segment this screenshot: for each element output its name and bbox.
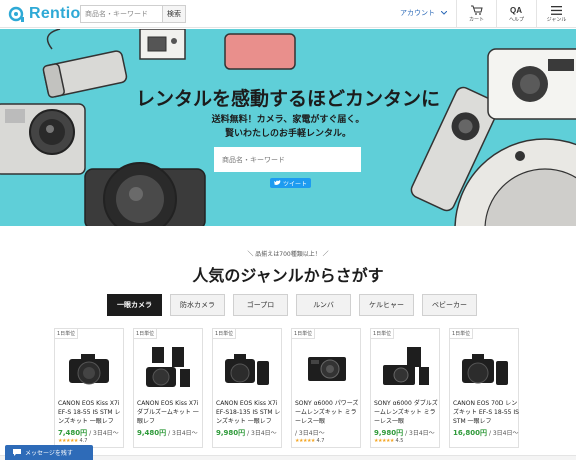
site-header: Rentio 検索 アカウント カート QA ヘルプ ジャンル	[0, 0, 576, 28]
product-rating: ★★★★★ 4.7	[58, 438, 87, 444]
chat-bubble-icon	[13, 449, 21, 456]
rental-unit-badge: 1日単位	[213, 329, 237, 339]
product-image	[308, 357, 346, 381]
leave-message-label: メッセージを残す	[25, 450, 73, 457]
product-name: CANON EOS 70D レンズキット EF-S 18-55 IS STM 一…	[453, 400, 519, 425]
product-price: 7,480円 / 3日4日〜	[58, 428, 119, 438]
tweet-label: ツイート	[283, 180, 308, 188]
rating-value: 4.5	[395, 438, 404, 444]
logo-mark-icon	[8, 6, 24, 22]
product-price-value: 7,480円	[58, 429, 88, 437]
product-price-value: 9,980円	[216, 429, 246, 437]
cart-icon	[470, 5, 483, 15]
product-card[interactable]: 1日単位 CANON EOS Kiss X7i EF-S 18-55 IS ST…	[54, 328, 124, 448]
hero-subtitle-line2: 賢いわたしのお手軽レンタル。	[224, 129, 351, 139]
rating-stars: ★★★★★	[374, 438, 394, 444]
logo[interactable]: Rentio	[8, 4, 81, 24]
tab-karcher[interactable]: ケルヒャー	[359, 294, 414, 316]
product-price-value: 16,800円	[453, 429, 488, 437]
product-price: / 3日4日〜	[295, 428, 325, 437]
tab-stroller[interactable]: ベビーカー	[422, 294, 477, 316]
rental-unit-badge: 1日単位	[134, 329, 158, 339]
rental-unit-badge: 1日単位	[292, 329, 316, 339]
product-price-period: / 3日4日〜	[405, 430, 435, 437]
product-image	[383, 347, 429, 385]
product-card[interactable]: 1日単位 SONY α6000 パワーズームレンズキット ミラーレス一眼 / 3…	[291, 328, 361, 448]
rating-stars: ★★★★★	[295, 438, 315, 444]
rating-stars: ★★★★★	[58, 438, 78, 444]
product-price-period: / 3日4日〜	[488, 430, 519, 437]
tab-waterproof-camera[interactable]: 防水カメラ	[170, 294, 225, 316]
tab-gopro[interactable]: ゴープロ	[233, 294, 288, 316]
menu-icon	[551, 5, 562, 15]
product-price: 16,800円 / 3日4日〜	[453, 428, 519, 438]
product-image	[462, 354, 508, 385]
product-image	[225, 354, 269, 385]
product-card[interactable]: 1日単位 CANON EOS Kiss X7i EF-S18-135 IS ST…	[212, 328, 282, 448]
genre-label: ジャンル	[546, 16, 567, 23]
product-name: CANON EOS Kiss X7i EF-S18-135 IS STM レンズ…	[216, 400, 281, 425]
product-price: 9,980円 / 3日4日〜	[216, 428, 277, 438]
product-card[interactable]: 1日単位 SONY α6000 ダブルズームレンズキット ミラーレス一眼 9,9…	[370, 328, 440, 448]
rental-unit-badge: 1日単位	[450, 329, 474, 339]
account-menu[interactable]: アカウント	[400, 8, 447, 18]
product-price: 9,980円 / 3日4日〜	[374, 428, 435, 438]
header-search-input[interactable]	[80, 5, 162, 23]
logo-text: Rentio	[29, 5, 81, 22]
hero-banner: レンタルを感動するほどカンタンに 送料無料！カメラ、家電がすぐ届く。 賢いわたし…	[0, 29, 576, 226]
chevron-down-icon	[441, 11, 447, 15]
product-card[interactable]: 1日単位 CANON EOS Kiss X7i ダブルズームキット 一眼レフ 9…	[133, 328, 203, 448]
product-price-period: / 3日4日〜	[89, 430, 119, 437]
product-price-value: 9,480円	[137, 429, 167, 437]
product-price-period: / 3日4日〜	[168, 430, 198, 437]
product-price-value: 9,980円	[374, 429, 404, 437]
cart-button[interactable]: カート	[456, 0, 496, 28]
help-button[interactable]: QA ヘルプ	[496, 0, 536, 28]
svg-text:QA: QA	[510, 6, 522, 15]
help-label: ヘルプ	[508, 17, 524, 23]
header-icon-group: カート QA ヘルプ ジャンル	[456, 0, 576, 28]
product-count-badge: ＼ 品揃えは700種類以上！ ／	[247, 251, 329, 258]
tab-roomba[interactable]: ルンバ	[296, 294, 351, 316]
product-list: 1日単位 CANON EOS Kiss X7i EF-S 18-55 IS ST…	[54, 328, 519, 448]
product-image	[146, 347, 190, 387]
rental-unit-badge: 1日単位	[371, 329, 395, 339]
product-price-period: / 3日4日〜	[295, 430, 325, 437]
hero-subtitle: 送料無料！カメラ、家電がすぐ届く。 賢いわたしのお手軽レンタル。	[0, 113, 576, 141]
genre-menu-button[interactable]: ジャンル	[536, 0, 576, 28]
rating-value: 4.7	[316, 438, 325, 444]
genre-section-title: 人気のジャンルからさがす	[192, 266, 384, 285]
header-search: 検索	[80, 5, 186, 23]
tab-mirrorless-slr[interactable]: 一眼カメラ	[107, 294, 162, 316]
product-name: CANON EOS Kiss X7i ダブルズームキット 一眼レフ	[137, 400, 199, 425]
rating-value: 4.7	[79, 438, 88, 444]
product-rating: ★★★★★ 4.7	[295, 438, 324, 444]
product-rating: ★★★★★ 4.5	[374, 438, 403, 444]
hero-subtitle-line1: 送料無料！カメラ、家電がすぐ届く。	[211, 115, 365, 125]
genre-tabs: 一眼カメラ 防水カメラ ゴープロ ルンバ ケルヒャー ベビーカー	[107, 294, 477, 316]
cart-label: カート	[468, 17, 484, 23]
help-icon: QA	[510, 6, 522, 15]
hero-title: レンタルを感動するほどカンタンに	[135, 88, 440, 110]
leave-message-button[interactable]: メッセージを残す	[5, 445, 93, 460]
product-name: CANON EOS Kiss X7i EF-S 18-55 IS STM レンズ…	[58, 400, 121, 425]
product-price-period: / 3日4日〜	[247, 430, 277, 437]
product-name: SONY α6000 パワーズームレンズキット ミラーレス一眼	[295, 400, 359, 425]
twitter-bird-icon	[274, 180, 281, 185]
product-image	[69, 354, 109, 385]
hero-search-input[interactable]	[214, 147, 361, 172]
product-price: 9,480円 / 3日4日〜	[137, 428, 198, 438]
product-card[interactable]: 1日単位 CANON EOS 70D レンズキット EF-S 18-55 IS …	[449, 328, 519, 448]
rental-unit-badge: 1日単位	[55, 329, 79, 339]
product-name: SONY α6000 ダブルズームレンズキット ミラーレス一眼	[374, 400, 438, 425]
tweet-button[interactable]: ツイート	[270, 178, 312, 188]
header-search-button[interactable]: 検索	[162, 5, 186, 23]
account-label: アカウント	[400, 9, 435, 17]
product-count-text: 品揃えは700種類以上！	[255, 251, 321, 258]
